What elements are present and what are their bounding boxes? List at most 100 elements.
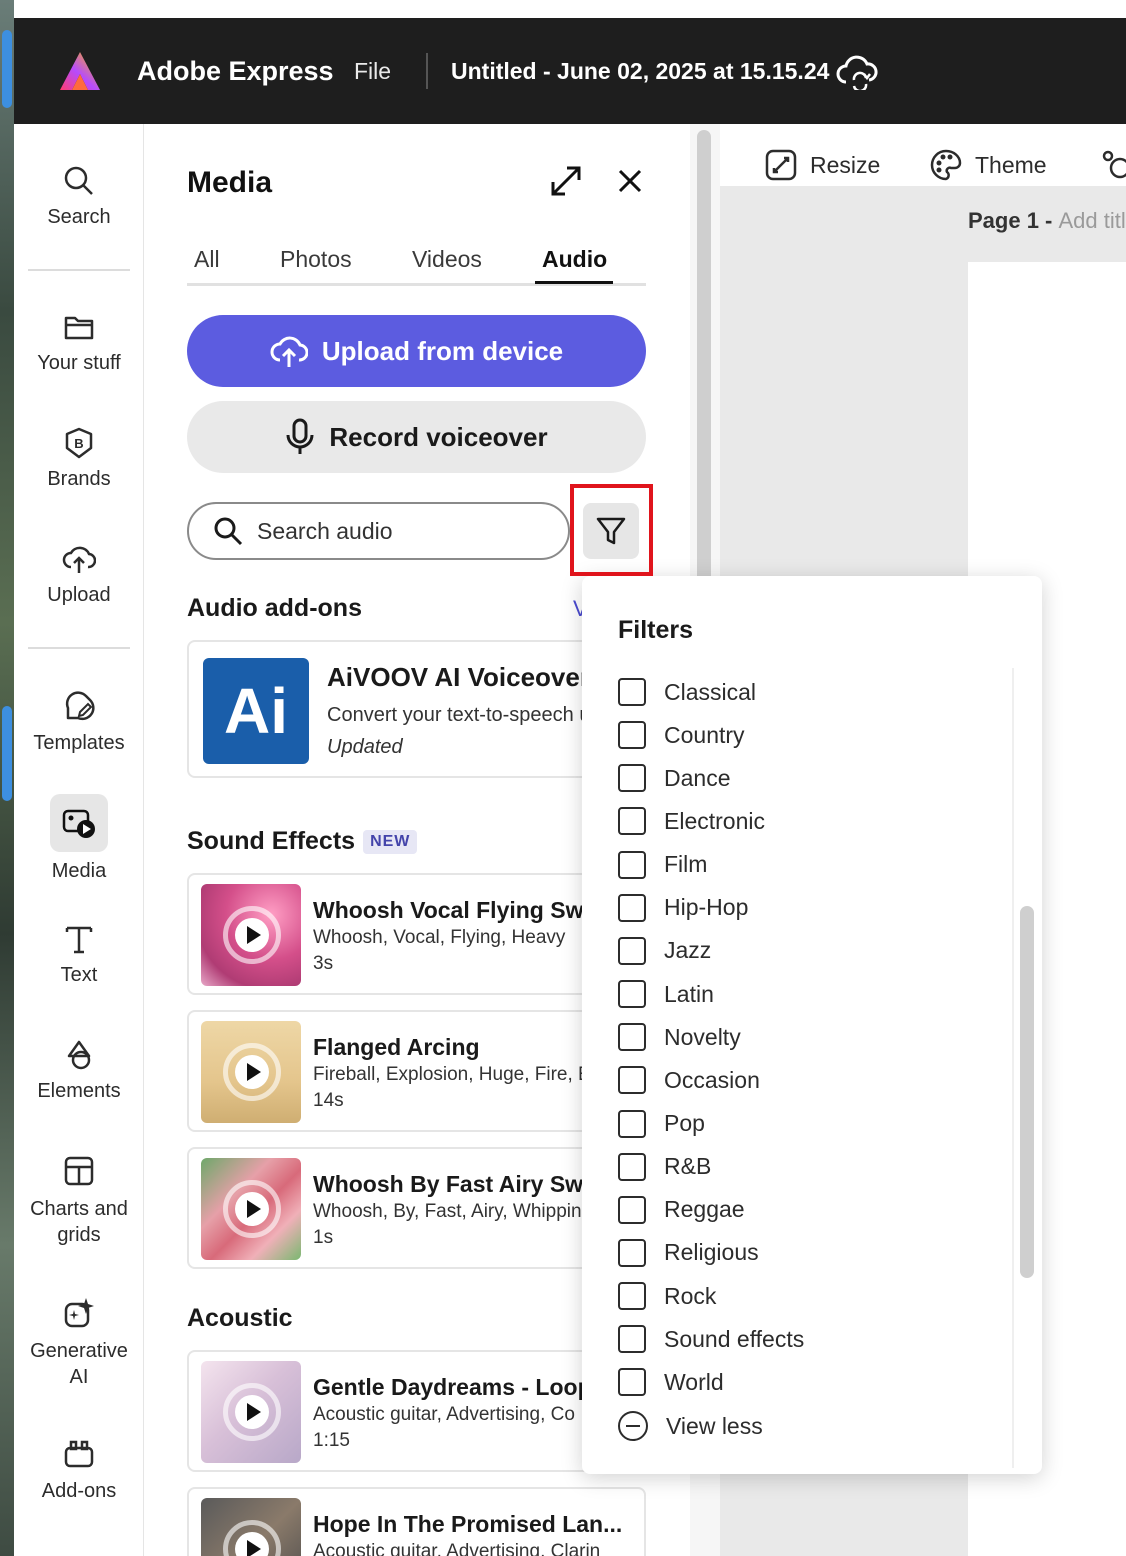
checkbox[interactable] <box>618 1152 646 1181</box>
filter-option-world[interactable]: World <box>618 1367 724 1397</box>
filter-option-film[interactable]: Film <box>618 850 707 880</box>
audio-addons-title: Audio add-ons <box>187 594 362 622</box>
tab-audio[interactable]: Audio <box>542 246 607 273</box>
page-label: Page 1 - Add titl <box>968 208 1126 234</box>
record-label: Record voiceover <box>329 421 548 452</box>
filter-option-jazz[interactable]: Jazz <box>618 936 711 966</box>
palette-icon <box>930 149 962 181</box>
play-button[interactable] <box>223 1180 281 1238</box>
cloud-sync-icon[interactable] <box>836 54 878 90</box>
tab-all[interactable]: All <box>194 246 220 273</box>
more-tools-button[interactable] <box>1100 148 1126 182</box>
checkbox[interactable] <box>618 678 646 706</box>
filter-option-latin[interactable]: Latin <box>618 979 714 1009</box>
upload-from-device-button[interactable]: Upload from device <box>187 315 646 387</box>
sound-duration: 3s <box>313 953 334 974</box>
filter-option-religious[interactable]: Religious <box>618 1238 759 1268</box>
checkbox[interactable] <box>618 1109 646 1138</box>
left-nav-rail: Search Your stuff B Brands Upload Templa… <box>14 124 144 1556</box>
media-icon-box <box>50 794 108 852</box>
checkbox[interactable] <box>618 1368 646 1397</box>
rail-item-charts-and-grids[interactable]: Charts and grids <box>14 1154 144 1248</box>
rail-item-upload[interactable]: Upload <box>14 542 144 607</box>
play-button[interactable] <box>223 1043 281 1101</box>
sound-item[interactable]: Whoosh Vocal Flying Sw... Whoosh, Vocal,… <box>187 873 646 995</box>
filter-option-novelty[interactable]: Novelty <box>618 1022 741 1052</box>
checkbox[interactable] <box>618 936 646 965</box>
rail-item-add-ons[interactable]: Add-ons <box>14 1438 144 1503</box>
filter-option-sound-effects[interactable]: Sound effects <box>618 1324 804 1354</box>
filter-option-label: Religious <box>664 1239 759 1266</box>
desktop-window-edge <box>2 706 12 801</box>
play-button[interactable] <box>223 1383 281 1441</box>
rail-item-brands[interactable]: B Brands <box>14 426 144 491</box>
play-button[interactable] <box>223 1520 281 1556</box>
filters-popover: Filters Classical Country Dance Electronic F… <box>582 576 1042 1474</box>
filter-button-highlight <box>570 484 653 576</box>
tab-videos[interactable]: Videos <box>412 246 482 273</box>
sound-tags: Acoustic guitar, Advertising, Co <box>313 1404 575 1425</box>
sound-item[interactable]: Hope In The Promised Lan... Acoustic gui… <box>187 1487 646 1556</box>
close-icon[interactable] <box>615 166 645 196</box>
scrollbar-thumb[interactable] <box>697 130 711 600</box>
filter-option-reggae[interactable]: Reggae <box>618 1195 745 1225</box>
checkbox[interactable] <box>618 1325 646 1354</box>
record-voiceover-button[interactable]: Record voiceover <box>187 401 646 473</box>
filter-option-label: Sound effects <box>664 1325 805 1352</box>
sound-item[interactable]: Gentle Daydreams - Loop Acoustic guitar,… <box>187 1350 646 1472</box>
sound-item[interactable]: Whoosh By Fast Airy Swo Whoosh, By, Fast… <box>187 1147 646 1269</box>
expand-icon[interactable] <box>549 164 583 198</box>
sound-duration: 1s <box>313 1227 334 1248</box>
resize-label: Resize <box>810 151 881 178</box>
document-title[interactable]: Untitled - June 02, 2025 at 15.15.24 <box>451 58 829 85</box>
rail-item-search[interactable]: Search <box>14 164 144 229</box>
checkbox[interactable] <box>618 1282 646 1311</box>
file-menu[interactable]: File <box>354 58 391 85</box>
checkbox[interactable] <box>618 1195 646 1224</box>
adobe-express-logo-icon[interactable] <box>58 50 102 92</box>
rail-item-media[interactable]: Media <box>14 794 144 883</box>
checkbox[interactable] <box>618 850 646 879</box>
checkbox[interactable] <box>618 1238 646 1267</box>
filter-option-occasion[interactable]: Occasion <box>618 1065 760 1095</box>
rail-item-text[interactable]: Text <box>14 922 144 987</box>
play-button[interactable] <box>223 906 281 964</box>
checkbox[interactable] <box>618 893 646 922</box>
rail-item-elements[interactable]: Elements <box>14 1038 144 1103</box>
rail-divider <box>28 269 130 271</box>
theme-button[interactable]: Theme <box>929 148 1047 182</box>
rail-label: Elements <box>37 1080 121 1102</box>
addon-card[interactable]: Ai AiVOOV AI Voiceover Convert your text… <box>187 640 646 778</box>
checkbox[interactable] <box>618 764 646 793</box>
addons-icon <box>64 1440 94 1468</box>
play-icon <box>247 1403 261 1421</box>
view-less-button[interactable]: View less <box>618 1411 763 1441</box>
filter-option-classical[interactable]: Classical <box>618 677 756 707</box>
sound-thumbnail <box>201 1498 301 1556</box>
filter-option-electronic[interactable]: Electronic <box>618 806 765 836</box>
checkbox[interactable] <box>618 721 646 750</box>
resize-button[interactable]: Resize <box>764 148 880 182</box>
svg-text:B: B <box>74 436 83 451</box>
checkbox[interactable] <box>618 1066 646 1095</box>
filters-scroll-track <box>1012 668 1014 1468</box>
filters-scrollbar-thumb[interactable] <box>1020 906 1034 1278</box>
checkbox[interactable] <box>618 807 646 836</box>
filter-option-rock[interactable]: Rock <box>618 1281 716 1311</box>
sound-item[interactable]: Flanged Arcing Fireball, Explosion, Huge… <box>187 1010 646 1132</box>
checkbox[interactable] <box>618 980 646 1009</box>
filter-option-hip-hop[interactable]: Hip-Hop <box>618 893 748 923</box>
filter-option-country[interactable]: Country <box>618 720 745 750</box>
filter-option-pop[interactable]: Pop <box>618 1109 705 1139</box>
tab-photos[interactable]: Photos <box>280 246 352 273</box>
window-top-margin <box>14 0 1126 18</box>
page-title-input[interactable]: Add titl <box>1058 208 1125 233</box>
filter-option-r-b[interactable]: R&B <box>618 1152 711 1182</box>
search-audio-input[interactable]: Search audio <box>187 502 570 560</box>
checkbox[interactable] <box>618 1023 646 1052</box>
rail-item-templates[interactable]: Templates <box>14 690 144 755</box>
rail-item-generative-ai[interactable]: Generative AI <box>14 1296 144 1390</box>
filter-option-label: R&B <box>664 1153 712 1180</box>
rail-item-your-stuff[interactable]: Your stuff <box>14 310 144 375</box>
filter-option-dance[interactable]: Dance <box>618 763 730 793</box>
